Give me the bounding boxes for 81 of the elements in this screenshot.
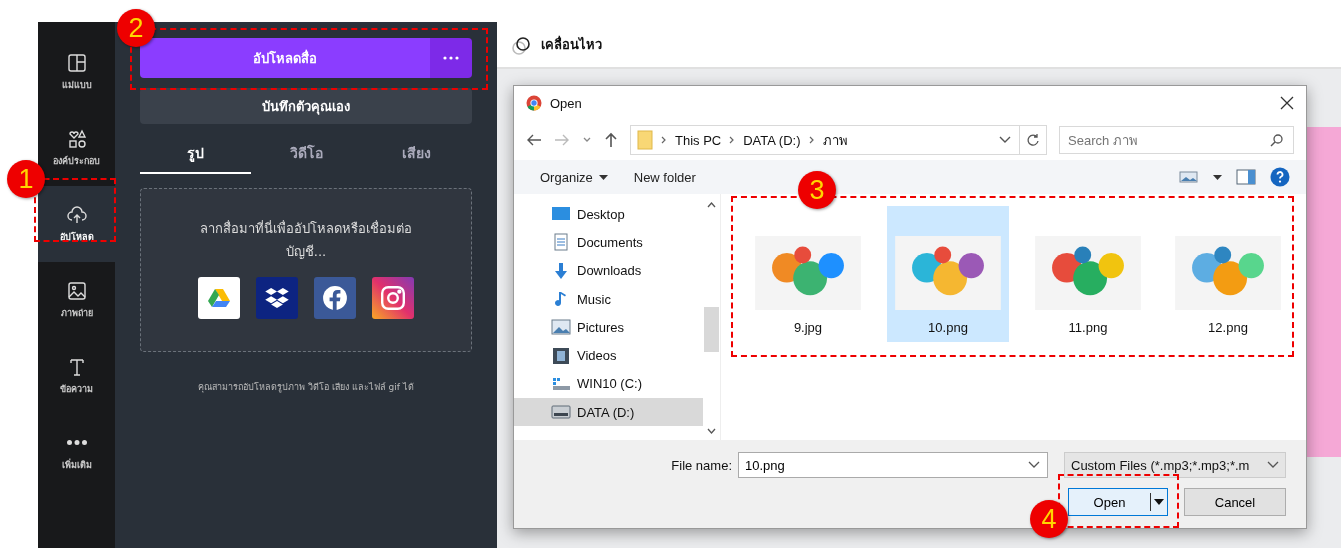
help-icon[interactable] xyxy=(1270,167,1290,187)
rail-item[interactable]: ข้อความ xyxy=(38,338,115,414)
drive-icon xyxy=(551,403,571,422)
more-icon xyxy=(66,440,87,445)
search-icon xyxy=(1270,133,1284,147)
close-icon[interactable] xyxy=(1280,96,1294,110)
rail-item[interactable]: ภาพถ่าย xyxy=(38,262,115,338)
file-item[interactable]: 10.png xyxy=(887,206,1009,342)
media-tab[interactable]: เสียง xyxy=(361,134,472,174)
chevron-down-icon xyxy=(1267,461,1279,469)
document-icon xyxy=(551,233,571,252)
drop-zone[interactable]: ลากสื่อมาที่นี่เพื่ออัปโหลดหรือเชื่อมต่อบัญชี... xyxy=(140,188,472,352)
nav-item[interactable]: Desktop xyxy=(514,200,703,229)
refresh-icon[interactable] xyxy=(1026,133,1040,147)
drive-logo xyxy=(207,286,231,310)
nav-item[interactable]: DATA (D:) xyxy=(514,398,703,427)
rail-item[interactable]: อัปโหลด xyxy=(38,186,115,262)
drop-zone-text: ลากสื่อมาที่นี่เพื่ออัปโหลดหรือเชื่อมต่อบัญชี... xyxy=(199,219,413,261)
more-icon xyxy=(443,56,459,60)
chevron-right-icon xyxy=(661,136,667,144)
shapes-icon xyxy=(66,128,87,149)
browser-logo-icon xyxy=(526,95,542,111)
chevron-down-icon[interactable] xyxy=(582,136,592,144)
chevron-down-icon xyxy=(1028,461,1040,469)
nav-item[interactable]: Pictures xyxy=(514,313,703,342)
back-arrow-icon[interactable] xyxy=(526,133,542,147)
instagram-logo-button[interactable] xyxy=(372,277,414,319)
image-icon xyxy=(66,280,87,301)
nav-item[interactable]: Videos xyxy=(514,341,703,370)
rail-item[interactable]: เพิ่มเติม xyxy=(38,414,115,490)
record-yourself-button[interactable]: บันทึกตัวคุณเอง xyxy=(140,88,472,124)
preview-pane-icon[interactable] xyxy=(1236,169,1256,185)
caret-icon[interactable] xyxy=(1213,174,1222,180)
cloud-upload-icon xyxy=(66,204,87,225)
drive-logo-button[interactable] xyxy=(198,277,240,319)
dropbox-logo-button[interactable] xyxy=(256,277,298,319)
chevron-right-icon xyxy=(729,136,736,144)
upload-media-button[interactable]: อัปโหลดสื่อ xyxy=(140,38,430,78)
caret-icon xyxy=(1154,499,1164,505)
facebook-logo-button[interactable] xyxy=(314,277,356,319)
animate-label[interactable]: เคลื่อนไหว xyxy=(541,34,602,55)
nav-item[interactable]: Downloads xyxy=(514,256,703,285)
file-item[interactable]: 12.png xyxy=(1167,206,1289,342)
open-button[interactable]: Open xyxy=(1068,488,1168,516)
rail-item[interactable]: แม่แบบ xyxy=(38,34,115,110)
instagram-logo xyxy=(381,286,405,310)
dialog-title: Open xyxy=(550,95,582,111)
nav-item[interactable]: Music xyxy=(514,284,703,314)
film-icon xyxy=(551,346,571,365)
up-arrow-icon[interactable] xyxy=(604,132,618,148)
search-field[interactable]: Search ภาพ xyxy=(1059,126,1294,154)
scroll-down-icon[interactable] xyxy=(707,428,716,434)
media-tab[interactable]: รูป xyxy=(140,134,251,174)
scroll-up-icon[interactable] xyxy=(707,202,716,208)
file-type-dropdown[interactable]: Custom Files (*.mp3;*.mp3;*.m xyxy=(1064,452,1286,478)
folder-icon xyxy=(637,130,653,150)
nav-item[interactable]: Documents xyxy=(514,228,703,257)
cancel-button[interactable]: Cancel xyxy=(1184,488,1286,516)
nav-item[interactable]: WIN10 (C:) xyxy=(514,369,703,399)
step-number-badge: 2 xyxy=(117,9,155,47)
facebook-logo xyxy=(322,285,348,311)
toolbar-button[interactable]: Organize xyxy=(534,169,614,185)
layout-icon xyxy=(66,52,87,73)
upload-hint-text: คุณสามารถอัปโหลดรูปภาพ วิดีโอ เสียง และไฟล์ gif ได้ xyxy=(197,381,415,394)
breadcrumb-item[interactable]: DATA (D:) xyxy=(743,132,801,148)
breadcrumb-item[interactable]: ภาพ xyxy=(822,129,848,151)
file-item[interactable]: 9.jpg xyxy=(747,206,869,342)
caret-icon xyxy=(598,174,608,180)
dropbox-logo xyxy=(265,288,289,308)
view-options-icon[interactable] xyxy=(1179,170,1199,184)
toolbar-button[interactable]: New folder xyxy=(627,169,702,185)
file-name-label: File name: xyxy=(671,457,732,473)
breadcrumb-item[interactable]: This PC xyxy=(675,132,722,148)
media-tab[interactable]: วิดีโอ xyxy=(250,134,362,174)
picture-icon xyxy=(551,318,571,337)
file-item[interactable]: 11.png xyxy=(1027,206,1149,342)
file-name-field[interactable]: 10.png xyxy=(738,452,1048,478)
address-bar[interactable]: This PC DATA (D:) ภาพ xyxy=(630,125,1047,155)
step-number-badge: 1 xyxy=(7,160,45,198)
chevron-down-icon[interactable] xyxy=(999,136,1011,144)
chevron-right-icon xyxy=(808,136,815,144)
